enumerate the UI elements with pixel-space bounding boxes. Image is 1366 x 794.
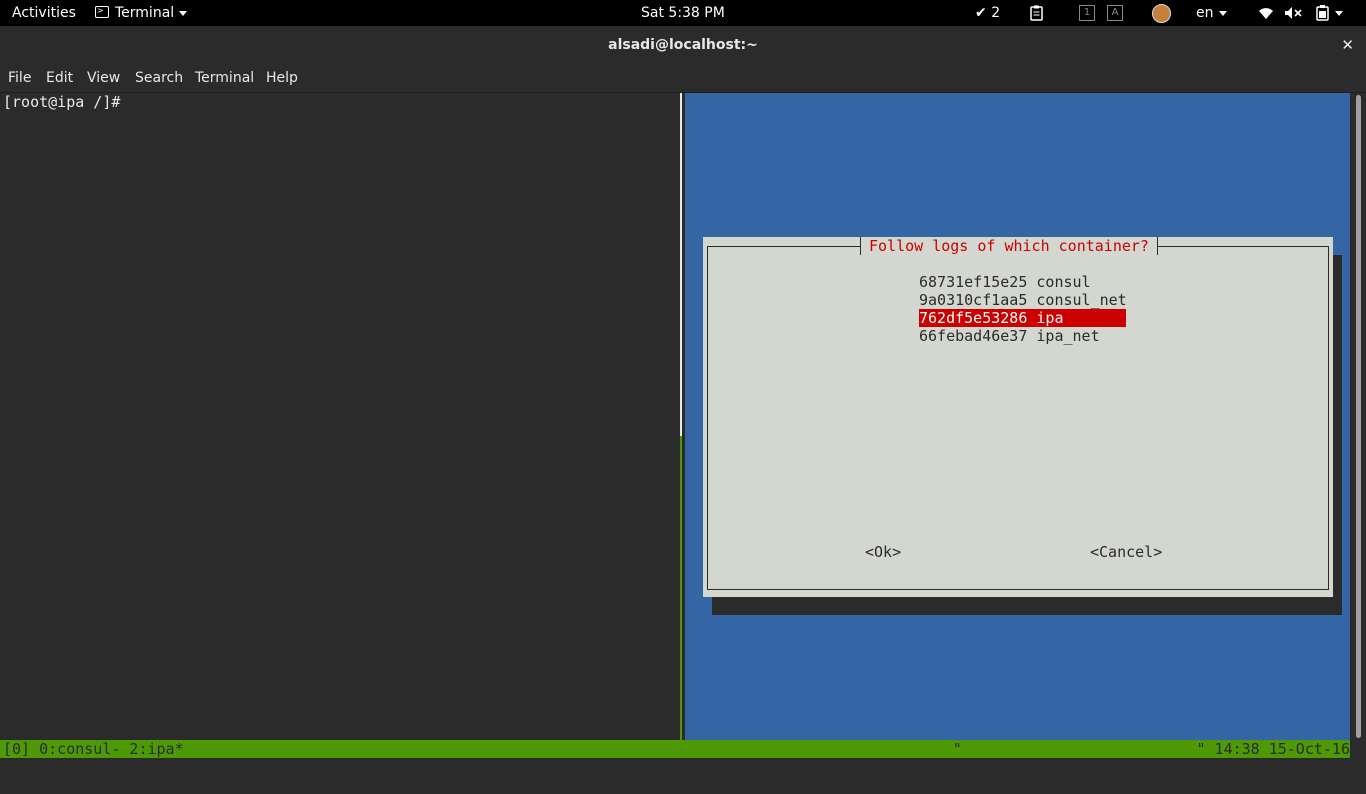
language-label: en xyxy=(1196,5,1214,21)
user-avatar-icon[interactable] xyxy=(1152,0,1171,26)
container-item[interactable]: 66febad46e37 ipa_net xyxy=(919,327,1126,345)
workspace-a-indicator[interactable]: A xyxy=(1107,0,1123,26)
close-icon[interactable]: ✕ xyxy=(1341,26,1354,64)
checkmark-icon: ✔ xyxy=(975,5,987,21)
container-list: 68731ef15e25 consul 9a0310cf1aa5 consul_… xyxy=(919,273,1127,345)
terminal-area[interactable]: [root@ipa /]# Follow logs of which conta… xyxy=(0,93,1366,740)
battery-icon[interactable] xyxy=(1316,0,1343,26)
app-name-label: Terminal xyxy=(115,5,175,21)
chevron-down-icon xyxy=(1218,10,1227,16)
shell-prompt: [root@ipa /]# xyxy=(3,93,121,111)
tasks-indicator[interactable]: ✔ 2 xyxy=(975,0,1000,26)
cancel-button[interactable]: <Cancel> xyxy=(1090,543,1162,561)
menu-search[interactable]: Search xyxy=(135,64,183,92)
terminal-scrollbar[interactable] xyxy=(1352,93,1366,740)
menu-edit[interactable]: Edit xyxy=(46,64,73,92)
volume-muted-icon[interactable] xyxy=(1284,0,1302,26)
tmux-window-list[interactable]: [0] 0:consul- 2:ipa* xyxy=(3,740,184,758)
wifi-icon[interactable] xyxy=(1258,0,1274,26)
container-item-selected[interactable]: 762df5e53286 ipa xyxy=(919,309,1126,327)
container-select-dialog: Follow logs of which container? 68731ef1… xyxy=(703,237,1333,597)
dialog-title: Follow logs of which container? xyxy=(860,237,1158,255)
status-bar-end xyxy=(1350,740,1366,758)
chevron-down-icon xyxy=(1335,10,1343,16)
tasks-count: 2 xyxy=(991,5,1001,21)
workspace-a-label: A xyxy=(1107,5,1123,21)
chevron-down-icon xyxy=(179,10,188,16)
clock-button[interactable]: Sat 5:38 PM xyxy=(641,0,725,26)
container-item[interactable]: 9a0310cf1aa5 consul_net xyxy=(919,291,1127,309)
menu-bar: File Edit View Search Terminal Help xyxy=(0,64,1366,93)
menu-help[interactable]: Help xyxy=(266,64,298,92)
window-title-bar[interactable]: alsadi@localhost:~ ✕ xyxy=(0,26,1366,64)
app-menu-button[interactable]: > Terminal xyxy=(95,0,188,26)
terminal-bottom-padding xyxy=(0,758,1366,768)
workspace-1-indicator[interactable]: 1 xyxy=(1079,0,1095,26)
tmux-status-right: " " 14:38 15-Oct-16 xyxy=(952,740,1350,758)
scrollbar-thumb[interactable] xyxy=(1356,95,1361,738)
tmux-status-bar: [0] 0:consul- 2:ipa* " " 14:38 15-Oct-16 xyxy=(0,740,1350,758)
terminal-app-icon: > xyxy=(95,6,109,18)
ok-button[interactable]: <Ok> xyxy=(865,543,901,561)
menu-view[interactable]: View xyxy=(87,64,120,92)
tmux-left-pane[interactable]: [root@ipa /]# xyxy=(0,93,680,740)
activities-button[interactable]: Activities xyxy=(12,0,76,26)
system-top-bar: Activities > Terminal Sat 5:38 PM ✔ 2 1 A… xyxy=(0,0,1366,26)
window-title: alsadi@localhost:~ xyxy=(608,37,758,53)
pane-divider[interactable] xyxy=(680,93,682,740)
menu-terminal[interactable]: Terminal xyxy=(195,64,254,92)
workspace-1-label: 1 xyxy=(1079,5,1095,21)
menu-file[interactable]: File xyxy=(8,64,31,92)
language-selector[interactable]: en xyxy=(1196,0,1227,26)
clipboard-icon[interactable] xyxy=(1030,0,1043,26)
container-item[interactable]: 68731ef15e25 consul xyxy=(919,273,1126,291)
